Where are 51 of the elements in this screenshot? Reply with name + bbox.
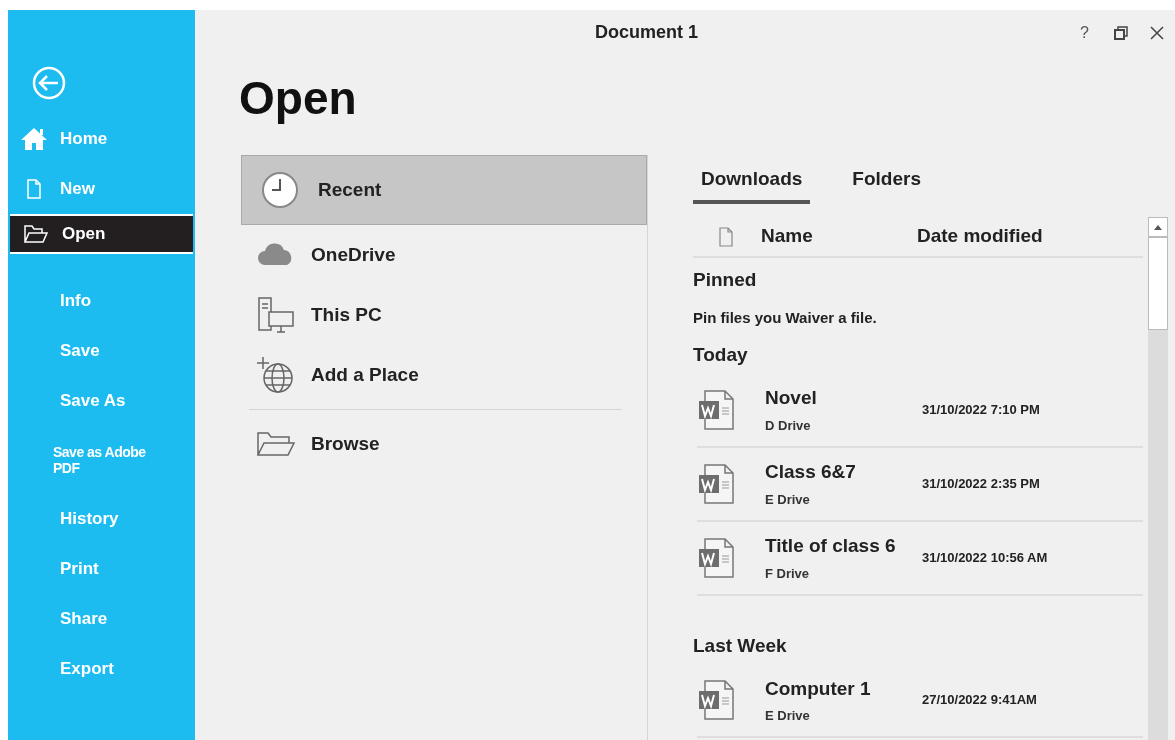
computer-icon: [257, 296, 295, 334]
document-icon: [26, 179, 42, 199]
restore-icon[interactable]: [1113, 24, 1129, 41]
file-date: 27/10/2022 9:41AM: [922, 691, 1037, 710]
sidebar-item[interactable]: Open: [10, 214, 193, 254]
place-item[interactable]: This PC: [241, 285, 646, 345]
clock-icon: [260, 170, 300, 210]
page-heading: Open: [239, 72, 357, 124]
word-document-icon: [697, 679, 737, 721]
file-location: F Drive: [765, 564, 811, 583]
scroll-thumb[interactable]: [1148, 237, 1168, 330]
file-date: 31/10/2022 2:35 PM: [922, 474, 1040, 493]
browse-button[interactable]: Browse: [241, 414, 646, 474]
file-name: Title of class 6: [765, 534, 897, 558]
place-item[interactable]: Add a Place: [241, 345, 646, 405]
place-item[interactable]: OneDrive: [241, 225, 646, 285]
tab[interactable]: Folders: [844, 165, 929, 204]
home-icon: [19, 126, 49, 152]
file-name: Class 6&7: [765, 460, 857, 484]
file-location: E Drive: [765, 490, 811, 509]
up-arrow-icon: [1154, 224, 1162, 230]
empty-message: Pin files you Waiver a file.: [693, 307, 878, 328]
file-location: D Drive: [765, 416, 812, 435]
scrollbar[interactable]: [1148, 217, 1168, 740]
column-header: Name: [761, 224, 814, 249]
file-location: E Drive: [765, 707, 811, 725]
folder-icon: [23, 224, 49, 244]
section-title: Pinned: [693, 268, 758, 292]
file-row[interactable]: Novel D Drive 31/10/2022 7:10 PM: [697, 373, 1143, 448]
file-name: Novel: [765, 386, 818, 410]
file-date: 31/10/2022 7:10 PM: [922, 400, 1040, 419]
scroll-up-button[interactable]: [1148, 217, 1168, 237]
word-document-icon: [697, 388, 737, 431]
file-row[interactable]: Title of class 6 F Drive 31/10/2022 10:56 AM: [697, 521, 1143, 596]
help-button[interactable]: ?: [1080, 20, 1089, 45]
window-title: Document 1: [595, 21, 699, 44]
column-header: Date modified: [917, 224, 1043, 249]
tab[interactable]: Downloads: [693, 165, 811, 204]
file-icon: [718, 226, 734, 247]
word-document-icon: [697, 462, 737, 505]
file-row[interactable]: Computer 1 E Drive 27/10/2022 9:41AM: [697, 664, 1143, 738]
globe-plus-icon: [256, 356, 296, 394]
file-date: 31/10/2022 10:56 AM: [922, 548, 1048, 567]
close-icon[interactable]: [1149, 24, 1165, 41]
section-title: Last Week: [693, 633, 788, 658]
file-row[interactable]: Class 6&7 E Drive 31/10/2022 2:35 PM: [697, 447, 1143, 522]
word-document-icon: [697, 536, 737, 579]
section-title: Today: [693, 343, 749, 367]
file-name: Computer 1: [765, 676, 872, 701]
place-item[interactable]: Recent: [241, 155, 647, 225]
folder-icon: [256, 431, 296, 457]
